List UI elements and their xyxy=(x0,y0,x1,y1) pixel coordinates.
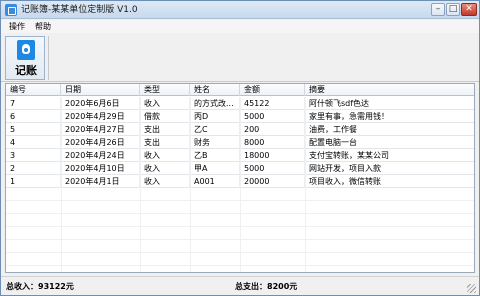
cell-name: A001 xyxy=(190,175,240,188)
cell-date: 2020年4月29日 xyxy=(61,110,140,123)
menu-help[interactable]: 帮助 xyxy=(33,21,53,32)
column-header-amount[interactable]: 金额 xyxy=(240,84,305,96)
cell-date: 2020年6月6日 xyxy=(61,97,140,110)
cell-amount: 200 xyxy=(240,123,305,136)
column-divider xyxy=(305,97,306,272)
cell-summary: 项目收入，微信转账 xyxy=(309,177,381,186)
cell-type: 借款 xyxy=(140,110,190,123)
toolbar-divider xyxy=(48,36,49,80)
cell-type: 支出 xyxy=(140,123,190,136)
table-header: 编号 日期 类型 姓名 金额 摘要 xyxy=(6,84,474,96)
record-button[interactable]: 记账 xyxy=(5,36,45,80)
cell-name: 乙C xyxy=(190,123,240,136)
menu-bar: 操作 帮助 xyxy=(1,20,479,33)
cell-summary: 配置电脑一台 xyxy=(309,138,357,147)
app-window: 记账簿-某某单位定制版 V1.0 – □ ✕ 操作 帮助 记账 编号 日期 类型… xyxy=(0,0,480,296)
resize-grip-icon[interactable] xyxy=(467,284,476,293)
cell-id: 5 xyxy=(6,123,61,136)
column-divider xyxy=(240,97,241,272)
window-title: 记账簿-某某单位定制版 V1.0 xyxy=(21,5,138,15)
total-expense: 总支出：8200元 xyxy=(235,282,298,291)
cell-amount: 45122 xyxy=(240,97,305,110)
cell-id: 1 xyxy=(6,175,61,188)
maximize-button[interactable]: □ xyxy=(446,3,460,16)
column-divider xyxy=(140,97,141,272)
cell-date: 2020年4月24日 xyxy=(61,149,140,162)
status-bar: 总收入：93122元 总支出：8200元 xyxy=(1,276,479,295)
cell-id: 6 xyxy=(6,110,61,123)
cell-type: 支出 xyxy=(140,136,190,149)
cell-name: 的方式改... xyxy=(190,97,240,110)
cell-date: 2020年4月27日 xyxy=(61,123,140,136)
cell-name: 甲A xyxy=(190,162,240,175)
record-button-label: 记账 xyxy=(15,64,37,77)
cell-summary: 油费，工作餐 xyxy=(309,125,357,134)
money-bag-icon xyxy=(17,40,35,60)
cell-summary: 阿什顿飞sdf色达 xyxy=(309,99,370,108)
cell-name: 乙B xyxy=(190,149,240,162)
cell-date: 2020年4月1日 xyxy=(61,175,140,188)
cell-name: 丙D xyxy=(190,110,240,123)
cell-amount: 5000 xyxy=(240,162,305,175)
cell-type: 收入 xyxy=(140,149,190,162)
cell-summary: 支付宝转账，某某公司 xyxy=(309,151,389,160)
column-header-summary[interactable]: 摘要 xyxy=(305,84,474,96)
menu-operation[interactable]: 操作 xyxy=(7,21,27,32)
cell-id: 7 xyxy=(6,97,61,110)
cell-amount: 5000 xyxy=(240,110,305,123)
cell-date: 2020年4月10日 xyxy=(61,162,140,175)
column-header-date[interactable]: 日期 xyxy=(61,84,140,96)
column-header-name[interactable]: 姓名 xyxy=(190,84,240,96)
minimize-button[interactable]: – xyxy=(431,3,445,16)
app-icon xyxy=(5,4,17,16)
cell-type: 收入 xyxy=(140,175,190,188)
cell-summary: 家里有事，急需用钱！ xyxy=(309,112,389,121)
title-bar[interactable]: 记账簿-某某单位定制版 V1.0 – □ ✕ xyxy=(1,1,479,19)
column-divider xyxy=(61,97,62,272)
records-table[interactable]: 编号 日期 类型 姓名 金额 摘要 7 2020年6月6日 收入 的方式改...… xyxy=(5,83,475,273)
cell-amount: 18000 xyxy=(240,149,305,162)
cell-summary: 网站开发，项目入款 xyxy=(309,164,381,173)
cell-date: 2020年4月26日 xyxy=(61,136,140,149)
cell-id: 2 xyxy=(6,162,61,175)
close-button[interactable]: ✕ xyxy=(461,3,477,16)
cell-type: 收入 xyxy=(140,97,190,110)
total-income: 总收入：93122元 xyxy=(6,282,74,291)
cell-name: 财务 xyxy=(190,136,240,149)
toolbar: 记账 xyxy=(1,34,479,82)
column-header-type[interactable]: 类型 xyxy=(140,84,190,96)
cell-type: 收入 xyxy=(140,162,190,175)
cell-id: 4 xyxy=(6,136,61,149)
cell-amount: 20000 xyxy=(240,175,305,188)
column-divider xyxy=(190,97,191,272)
cell-amount: 8000 xyxy=(240,136,305,149)
column-header-id[interactable]: 编号 xyxy=(6,84,61,96)
cell-id: 3 xyxy=(6,149,61,162)
